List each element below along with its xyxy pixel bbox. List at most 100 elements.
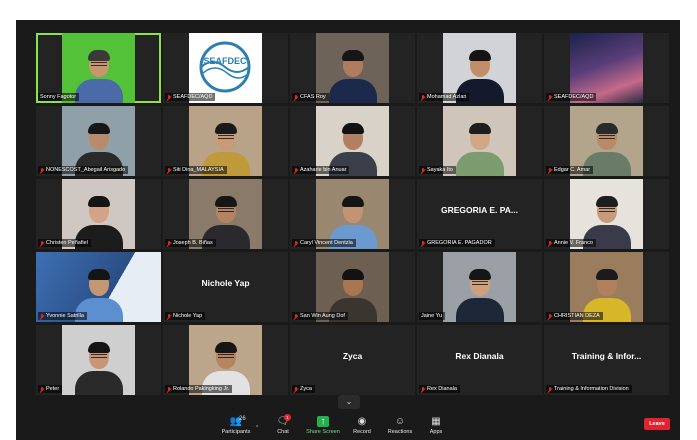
leave-button[interactable]: Leave [644,418,670,430]
participant-name-tag: Peter [38,385,63,393]
participant-tile[interactable]: Nichole Yap Nichole Yap [163,252,288,322]
participant-name-tag: Mohamad Azlan [419,93,470,101]
video-feed [443,252,516,322]
muted-mic-icon [294,240,298,246]
participant-name-tag: Nichole Yap [165,312,206,320]
participant-name-tag: CHRISTIAN DEZA [546,312,603,320]
muted-mic-icon [421,167,425,173]
participant-tile[interactable]: Sonny Fagotor [36,33,161,103]
participants-icon: 👥 [229,416,243,427]
participant-name-tag: Sonny Fagotor [38,93,80,101]
apps-icon: ▦ [431,416,441,427]
zoom-window: Sonny Fagotor SEAFDEC SEAFDEC/AQD CFAS Roy M… [16,20,680,440]
participant-name: Siti Dina_MALAYSIA [173,167,224,173]
participant-tile[interactable]: Siti Dina_MALAYSIA [163,106,288,176]
participant-tile[interactable]: Peter [36,325,161,395]
participant-name-tag: Yvonnie Satrilla [38,312,87,320]
participant-name-tag: GREGORIA E. PAGADOR [419,239,495,247]
participant-name: Annie V. Franco [554,240,593,246]
participant-name-tag: Training & Information Division [546,385,632,393]
apps-button[interactable]: ▦ Apps [414,416,458,435]
participant-name: Azaharie bin Anuar [300,167,347,173]
participant-name: SEAFDEC/AQD [554,94,594,100]
chat-button[interactable]: 🗨 1 Chat [261,414,305,435]
participant-tile[interactable]: CFAS Roy [290,33,415,103]
participant-name-tag: Rolando Pakingking Jr. [165,385,233,393]
participant-tile[interactable]: Caryl Vincent Dentzla [290,179,415,249]
apps-label: Apps [429,429,443,435]
share-screen-button[interactable]: ↑ Share Screen [301,416,345,435]
participant-display-name: Nichole Yap [201,278,250,288]
participant-tile[interactable]: Edgar C. Amar [544,106,669,176]
participant-tile[interactable]: Christen Peñafiel [36,179,161,249]
muted-mic-icon [548,313,552,319]
participants-button[interactable]: 👥 26 Participants [214,416,258,435]
participant-tile[interactable]: SEAFDEC/AQD [544,33,669,103]
participant-name-tag: San Win Aung Dof [292,312,348,320]
participant-name-tag: Siti Dina_MALAYSIA [165,166,227,174]
muted-mic-icon [548,167,552,173]
muted-mic-icon [421,386,425,392]
participant-video-person [454,120,506,176]
participant-name: Rex Dianala [427,386,457,392]
participant-tile[interactable]: Yvonnie Satrilla [36,252,161,322]
muted-mic-icon [294,386,298,392]
participant-name-tag: Rex Dianala [419,385,460,393]
participant-tile[interactable]: Joseph B. Biñas [163,179,288,249]
participant-tile[interactable]: CHRISTIAN DEZA [544,252,669,322]
muted-mic-icon [548,386,552,392]
record-label: Record [353,429,371,435]
muted-mic-icon [294,94,298,100]
participant-name: Christen Peñafiel [46,240,88,246]
participants-caret-icon[interactable]: ^ [256,425,258,431]
participant-name-tag: Zyca [292,385,315,393]
participant-display-name: GREGORIA E. PA... [441,205,518,215]
chevron-down-icon[interactable]: ⌄ [338,395,360,409]
reactions-label: Reactions [387,429,413,435]
chat-badge: 1 [284,414,291,421]
participant-name: Rolando Pakingking Jr. [173,386,230,392]
participant-tile[interactable]: Annie V. Franco [544,179,669,249]
participant-name-tag: Edgar C. Amar [546,166,594,174]
participant-display-name: Training & Infor... [571,351,642,361]
participant-name: Peter [46,386,60,392]
muted-mic-icon [294,167,298,173]
video-feed [62,325,135,395]
participant-name: GREGORIA E. PAGADOR [427,240,492,246]
participant-tile[interactable]: Jaine Yu [417,252,542,322]
participant-tile[interactable]: SEAFDEC SEAFDEC/AQD [163,33,288,103]
participant-name: SEAFDEC/AQD [173,94,213,100]
muted-mic-icon [167,313,171,319]
participant-display-name: Rex Dianala [455,351,504,361]
participant-tile[interactable]: Mohamad Azlan [417,33,542,103]
share-screen-icon: ↑ [317,416,329,427]
participant-name: Zyca [300,386,312,392]
participant-name: Edgar C. Amar [554,167,591,173]
participant-tile[interactable]: Sayaka Ito [417,106,542,176]
participant-name-tag: SEAFDEC/AQD [546,93,597,101]
participant-tile[interactable]: San Win Aung Dof [290,252,415,322]
gallery-grid: Sonny Fagotor SEAFDEC SEAFDEC/AQD CFAS Roy M… [36,33,669,395]
participant-name: Caryl Vincent Dentzla [300,240,353,246]
participant-name-tag: Jaine Yu [419,312,446,320]
svg-text:SEAFDEC: SEAFDEC [203,56,247,66]
participant-name: San Win Aung Dof [300,313,345,319]
participant-name-tag: NONESCOST_Abegail Arisgado [38,166,129,174]
chat-label: Chat [277,429,289,435]
participant-tile[interactable]: Zyca Zyca [290,325,415,395]
muted-mic-icon [40,386,44,392]
participant-tile[interactable]: Rolando Pakingking Jr. [163,325,288,395]
participant-video-person [73,47,125,103]
participant-tile[interactable]: Azaharie bin Anuar [290,106,415,176]
participant-tile[interactable]: Rex Dianala Rex Dianala [417,325,542,395]
muted-mic-icon [40,240,44,246]
participant-tile[interactable]: NONESCOST_Abegail Arisgado [36,106,161,176]
share-screen-label: Share Screen [306,429,340,435]
participant-name: Sayaka Ito [427,167,453,173]
participant-video-person [73,339,125,395]
muted-mic-icon [548,240,552,246]
participant-name: CFAS Roy [300,94,326,100]
participant-name-tag: Sayaka Ito [419,166,456,174]
participant-tile[interactable]: Training & Infor... Training & Informatio… [544,325,669,395]
participant-tile[interactable]: GREGORIA E. PA... GREGORIA E. PAGADOR [417,179,542,249]
